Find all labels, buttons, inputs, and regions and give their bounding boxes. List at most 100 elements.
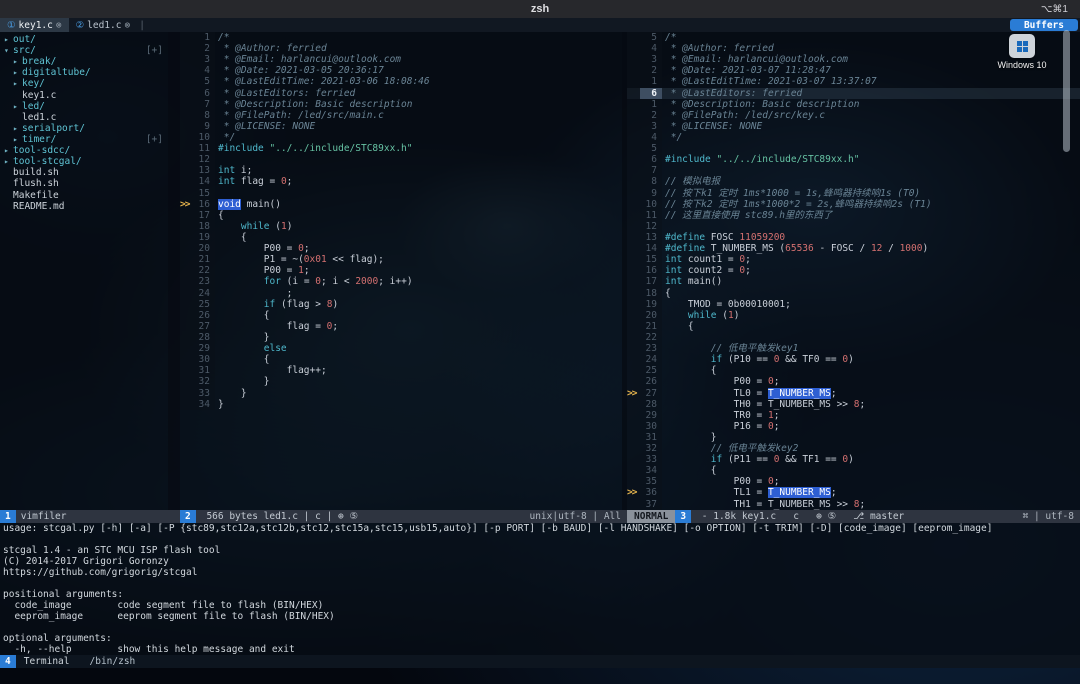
code-line[interactable]: >> 27 TL0 = T_NUMBER_MS; — [627, 387, 1080, 399]
tree-item-file[interactable]: Makefile — [0, 190, 168, 201]
tab-led1c[interactable]: ② led1.c ⊗ — [69, 18, 138, 32]
code-line[interactable]: 29 else — [180, 343, 622, 355]
code-line[interactable]: 4 * @Date: 2021-03-05 20:36:17 — [180, 65, 622, 77]
scrollbar[interactable] — [1063, 30, 1070, 152]
editor-key1c[interactable]: 5/* 4 * @Author: ferried 3 * @Email: harla… — [627, 32, 1080, 510]
code-line[interactable]: 12 — [180, 154, 622, 166]
tree-item-dir[interactable]: ▸ tool-sdcc/ — [0, 145, 168, 156]
code-line[interactable]: 19 { — [180, 231, 622, 244]
tab-close-icon[interactable]: ⊗ — [124, 20, 130, 31]
tree-item-file[interactable]: README.md — [0, 201, 168, 212]
code-line[interactable]: 18{ — [627, 287, 1080, 299]
code-line[interactable]: 1/* — [180, 32, 622, 44]
tree-item-file[interactable]: key1.c — [0, 90, 168, 101]
code-line[interactable]: 28 } — [180, 331, 622, 344]
code-line[interactable]: 22 P00 = 1; — [180, 265, 622, 277]
code-line[interactable]: 7 * @Description: Basic description — [180, 98, 622, 110]
tree-item-dir[interactable]: ▸ key/ — [0, 78, 168, 89]
code-line[interactable]: 13 #define FOSC 11059200 — [627, 231, 1080, 244]
tree-item-file[interactable]: led1.c — [0, 112, 168, 123]
code-line[interactable]: 33 if (P11 == 0 && TF1 == 0) — [627, 454, 1080, 466]
code-line[interactable]: 8// 模拟电报 — [627, 176, 1080, 188]
tree-item-dir[interactable]: ▸ serialport/ — [0, 123, 168, 134]
code-line[interactable]: 25 if (flag > 8) — [180, 298, 622, 310]
tree-item-file[interactable]: build.sh — [0, 167, 168, 178]
code-line[interactable]: 31 } — [627, 431, 1080, 444]
code-line[interactable]: 18 while (1) — [180, 220, 622, 232]
code-line[interactable]: >> 16 void main() — [180, 198, 622, 210]
tree-item-dir[interactable]: ▸ led/ — [0, 101, 168, 112]
code-line[interactable]: >> 36 TL1 = T_NUMBER_MS; — [627, 487, 1080, 499]
code-line[interactable]: 31 flag++; — [180, 365, 622, 377]
code-line[interactable]: 32 } — [180, 376, 622, 388]
menubar-shortcut-status[interactable]: ⌥⌘1 — [1041, 4, 1068, 15]
code-line[interactable]: 14 int flag = 0; — [180, 176, 622, 188]
code-line[interactable]: 35 P00 = 0; — [627, 476, 1080, 488]
code-line[interactable]: 23 // 低电平触发key1 — [627, 343, 1080, 355]
code-line[interactable]: 19 TMOD = 0b00010001; — [627, 298, 1080, 310]
code-line[interactable]: 6 #include "../../include/STC89xx.h" — [627, 154, 1080, 166]
code-line[interactable]: 30 { — [180, 354, 622, 366]
tree-item-dir[interactable]: ▸ out/ — [0, 34, 168, 45]
code-line[interactable]: 6 * @LastEditors: ferried — [627, 87, 1080, 99]
code-line[interactable]: 4 */ — [627, 131, 1080, 144]
tab-key1c[interactable]: ① key1.c ⊗ — [0, 18, 69, 32]
code-line[interactable]: 21 { — [627, 320, 1080, 332]
code-line[interactable]: 15 int count1 = 0; — [627, 254, 1080, 266]
code-line[interactable]: 9// 按下k1 定时 1ms*1000 = 1s,蜂鸣器持续响1s (T0) — [627, 187, 1080, 199]
windows10-desktop-icon[interactable]: Windows 10 — [993, 34, 1051, 70]
code-line[interactable]: 37 TH1 = T_NUMBER_MS >> 8; — [627, 498, 1080, 510]
code-line[interactable]: 10 */ — [180, 131, 622, 144]
code-line[interactable]: 6 * @LastEditors: ferried — [180, 87, 622, 99]
code-line[interactable]: 27 flag = 0; — [180, 320, 622, 332]
code-line[interactable]: 14 #define T_NUMBER_MS (65536 - FOSC / 12… — [627, 243, 1080, 255]
code-line[interactable]: 11// 这里直接使用 stc89.h里的东西了 — [627, 209, 1080, 221]
buffers-button[interactable]: Buffers — [1009, 19, 1078, 31]
code-line[interactable]: 22 — [627, 331, 1080, 344]
code-line[interactable]: 20 P00 = 0; — [180, 243, 622, 255]
code-line[interactable]: 24 ; — [180, 287, 622, 299]
code-line[interactable]: 21 P1 = ~(0x01 << flag); — [180, 254, 622, 266]
tree-item-dir[interactable]: ▸ break/ — [0, 56, 168, 67]
code-line[interactable]: 28 TH0 = T_NUMBER_MS >> 8; — [627, 398, 1080, 410]
code-line[interactable]: 17 int main() — [627, 276, 1080, 288]
code-line[interactable]: 10// 按下k2 定时 1ms*1000*2 = 2s,蜂鸣器持续响2s (T… — [627, 198, 1080, 210]
code-line[interactable]: 17{ — [180, 209, 622, 221]
code-line[interactable]: 34} — [180, 398, 622, 410]
tree-item-file[interactable]: flush.sh — [0, 178, 168, 189]
code-line[interactable]: 32 // 低电平触发key2 — [627, 443, 1080, 455]
code-line[interactable]: 16 int count2 = 0; — [627, 265, 1080, 277]
code-line[interactable]: 2 * @FilePath: /led/src/key.c — [627, 109, 1080, 121]
code-line[interactable]: 1 * @LastEditTime: 2021-03-07 13:37:07 — [627, 76, 1080, 88]
code-line[interactable]: 3 * @LICENSE: NONE — [627, 120, 1080, 132]
tree-item-dir[interactable]: ▸ timer/ [+] — [0, 134, 168, 145]
code-line[interactable]: 26 P00 = 0; — [627, 376, 1080, 388]
code-line[interactable]: 8 * @FilePath: /led/src/main.c — [180, 109, 622, 121]
code-line[interactable]: 25 { — [627, 365, 1080, 377]
code-line[interactable]: 34 { — [627, 465, 1080, 477]
code-line[interactable]: 2 * @Author: ferried — [180, 43, 622, 55]
tree-item-dir[interactable]: ▾ src/ [+] — [0, 45, 168, 56]
code-line[interactable]: 23 for (i = 0; i < 2000; i++) — [180, 276, 622, 288]
tree-item-dir[interactable]: ▸ tool-stcgal/ — [0, 156, 168, 167]
code-line[interactable]: 13 int i; — [180, 165, 622, 177]
code-line[interactable]: 5 * @LastEditTime: 2021-03-06 18:08:46 — [180, 76, 622, 88]
code-line[interactable]: 9 * @LICENSE: NONE — [180, 120, 622, 132]
code-line[interactable]: 12 — [627, 220, 1080, 232]
code-line[interactable]: 33 } — [180, 387, 622, 399]
code-line[interactable]: 24 if (P10 == 0 && TF0 == 0) — [627, 354, 1080, 366]
code-line[interactable]: 5 — [627, 143, 1080, 155]
code-line[interactable]: 7 — [627, 165, 1080, 177]
code-line[interactable]: 20 while (1) — [627, 309, 1080, 321]
code-line[interactable]: 29 TR0 = 1; — [627, 409, 1080, 421]
tree-item-dir[interactable]: ▸ digitaltube/ — [0, 67, 168, 78]
code-line[interactable]: 30 P16 = 0; — [627, 420, 1080, 432]
code-line[interactable]: 26 { — [180, 309, 622, 321]
sign-column — [180, 387, 193, 399]
code-line[interactable]: 1 * @Description: Basic description — [627, 98, 1080, 110]
tab-close-icon[interactable]: ⊗ — [56, 20, 62, 31]
editor-led1c[interactable]: 1/* 2 * @Author: ferried 3 * @Email: harla… — [180, 32, 627, 510]
code-line[interactable]: 15 — [180, 187, 622, 199]
code-line[interactable]: 11 #include "../../include/STC89xx.h" — [180, 143, 622, 155]
code-line[interactable]: 3 * @Email: harlancui@outlook.com — [180, 54, 622, 66]
